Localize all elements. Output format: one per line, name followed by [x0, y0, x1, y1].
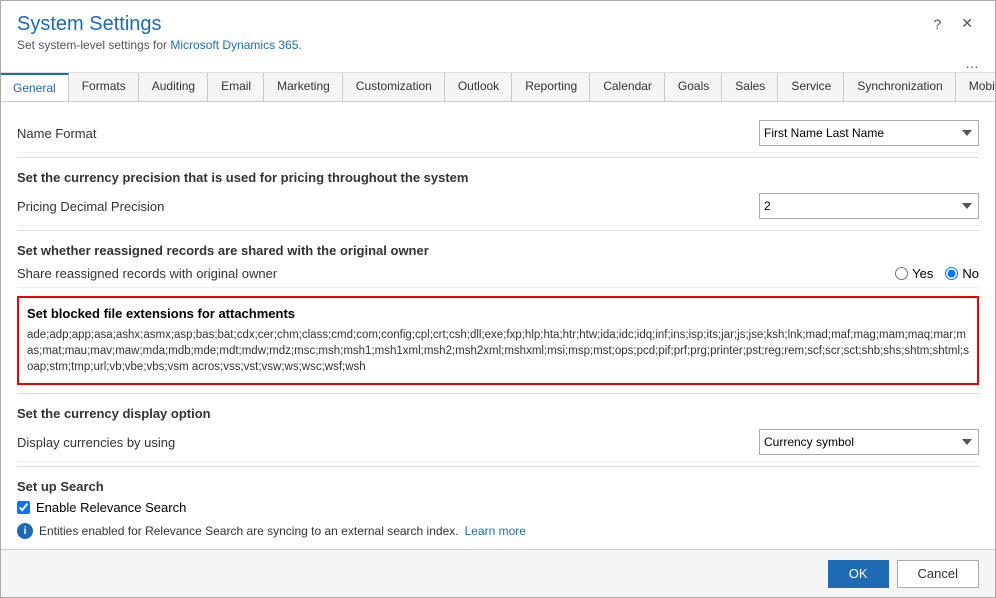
currency-precision-dropdown[interactable]: 0 1 2 3 4 [759, 193, 979, 219]
enable-relevance-checkbox[interactable] [17, 501, 30, 514]
sep3 [17, 393, 979, 394]
share-no-radio[interactable] [945, 267, 958, 280]
title-bar-left: System Settings Set system-level setting… [17, 13, 302, 52]
tab-formats[interactable]: Formats [69, 73, 139, 101]
info-icon: i [17, 523, 33, 539]
help-button[interactable]: ? [927, 14, 947, 34]
tab-synchronization[interactable]: Synchronization [844, 73, 955, 101]
name-format-label: Name Format [17, 126, 594, 141]
currency-display-dropdown[interactable]: Currency symbol Currency code [759, 429, 979, 455]
dialog-title: System Settings [17, 13, 302, 36]
ellipsis-row: … [1, 56, 995, 72]
tabs-container: General Formats Auditing Email Marketing… [1, 72, 995, 102]
footer: OK Cancel [1, 549, 995, 597]
currency-precision-heading: Set the currency precision that is used … [17, 162, 979, 187]
info-text: Entities enabled for Relevance Search ar… [39, 524, 459, 538]
share-yes-text: Yes [912, 266, 933, 281]
tab-goals[interactable]: Goals [665, 73, 722, 101]
tab-sales[interactable]: Sales [722, 73, 778, 101]
share-radio-group: Yes No [895, 266, 979, 281]
tab-email[interactable]: Email [208, 73, 264, 101]
share-no-text: No [962, 266, 979, 281]
name-format-control: First Name Last Name Last Name First Nam… [613, 120, 979, 146]
share-yes-radio[interactable] [895, 267, 908, 280]
tab-calendar[interactable]: Calendar [590, 73, 665, 101]
tab-general[interactable]: General [1, 73, 69, 101]
enable-relevance-row: Enable Relevance Search [17, 496, 979, 519]
tab-service[interactable]: Service [778, 73, 844, 101]
currency-display-label: Display currencies by using [17, 435, 594, 450]
sep1 [17, 157, 979, 158]
search-heading: Set up Search [17, 471, 979, 496]
dialog-subtitle: Set system-level settings for Microsoft … [17, 38, 302, 52]
currency-display-heading: Set the currency display option [17, 398, 979, 423]
blocked-files-section: Set blocked file extensions for attachme… [17, 296, 979, 385]
close-button[interactable]: ✕ [955, 13, 979, 34]
currency-precision-row: Pricing Decimal Precision 0 1 2 3 4 [17, 187, 979, 226]
tab-auditing[interactable]: Auditing [139, 73, 208, 101]
title-bar-controls: ? ✕ [927, 13, 979, 34]
reassigned-records-control: Yes No [613, 266, 979, 281]
blocked-files-title: Set blocked file extensions for attachme… [27, 306, 969, 321]
currency-precision-label: Pricing Decimal Precision [17, 199, 594, 214]
tab-mobile-client[interactable]: Mobile Client [956, 73, 995, 101]
learn-more-link[interactable]: Learn more [465, 524, 526, 538]
system-settings-dialog: System Settings Set system-level setting… [0, 0, 996, 598]
tab-customization[interactable]: Customization [343, 73, 445, 101]
tab-marketing[interactable]: Marketing [264, 73, 343, 101]
sep4 [17, 466, 979, 467]
share-yes-label[interactable]: Yes [895, 266, 933, 281]
currency-display-control: Currency symbol Currency code [613, 429, 979, 455]
tab-outlook[interactable]: Outlook [445, 73, 512, 101]
tabs: General Formats Auditing Email Marketing… [1, 73, 995, 101]
sep2 [17, 230, 979, 231]
info-row: i Entities enabled for Relevance Search … [17, 519, 979, 543]
ok-button[interactable]: OK [828, 560, 889, 588]
share-no-label[interactable]: No [945, 266, 979, 281]
blocked-files-text: ade;adp;app;asa;ashx;asmx;asp;bas;bat;cd… [27, 327, 969, 375]
reassigned-records-label: Share reassigned records with original o… [17, 266, 594, 281]
reassigned-records-row: Share reassigned records with original o… [17, 260, 979, 288]
content-area: Name Format First Name Last Name Last Na… [1, 102, 995, 549]
title-bar: System Settings Set system-level setting… [1, 1, 995, 56]
name-format-row: Name Format First Name Last Name Last Na… [17, 114, 979, 153]
currency-display-row: Display currencies by using Currency sym… [17, 423, 979, 462]
brand-text: Microsoft Dynamics 365. [170, 38, 301, 52]
enable-relevance-label: Enable Relevance Search [36, 500, 186, 515]
cancel-button[interactable]: Cancel [897, 560, 979, 588]
tab-reporting[interactable]: Reporting [512, 73, 590, 101]
name-format-dropdown[interactable]: First Name Last Name Last Name First Nam… [759, 120, 979, 146]
reassigned-records-heading: Set whether reassigned records are share… [17, 235, 979, 260]
currency-precision-control: 0 1 2 3 4 [613, 193, 979, 219]
